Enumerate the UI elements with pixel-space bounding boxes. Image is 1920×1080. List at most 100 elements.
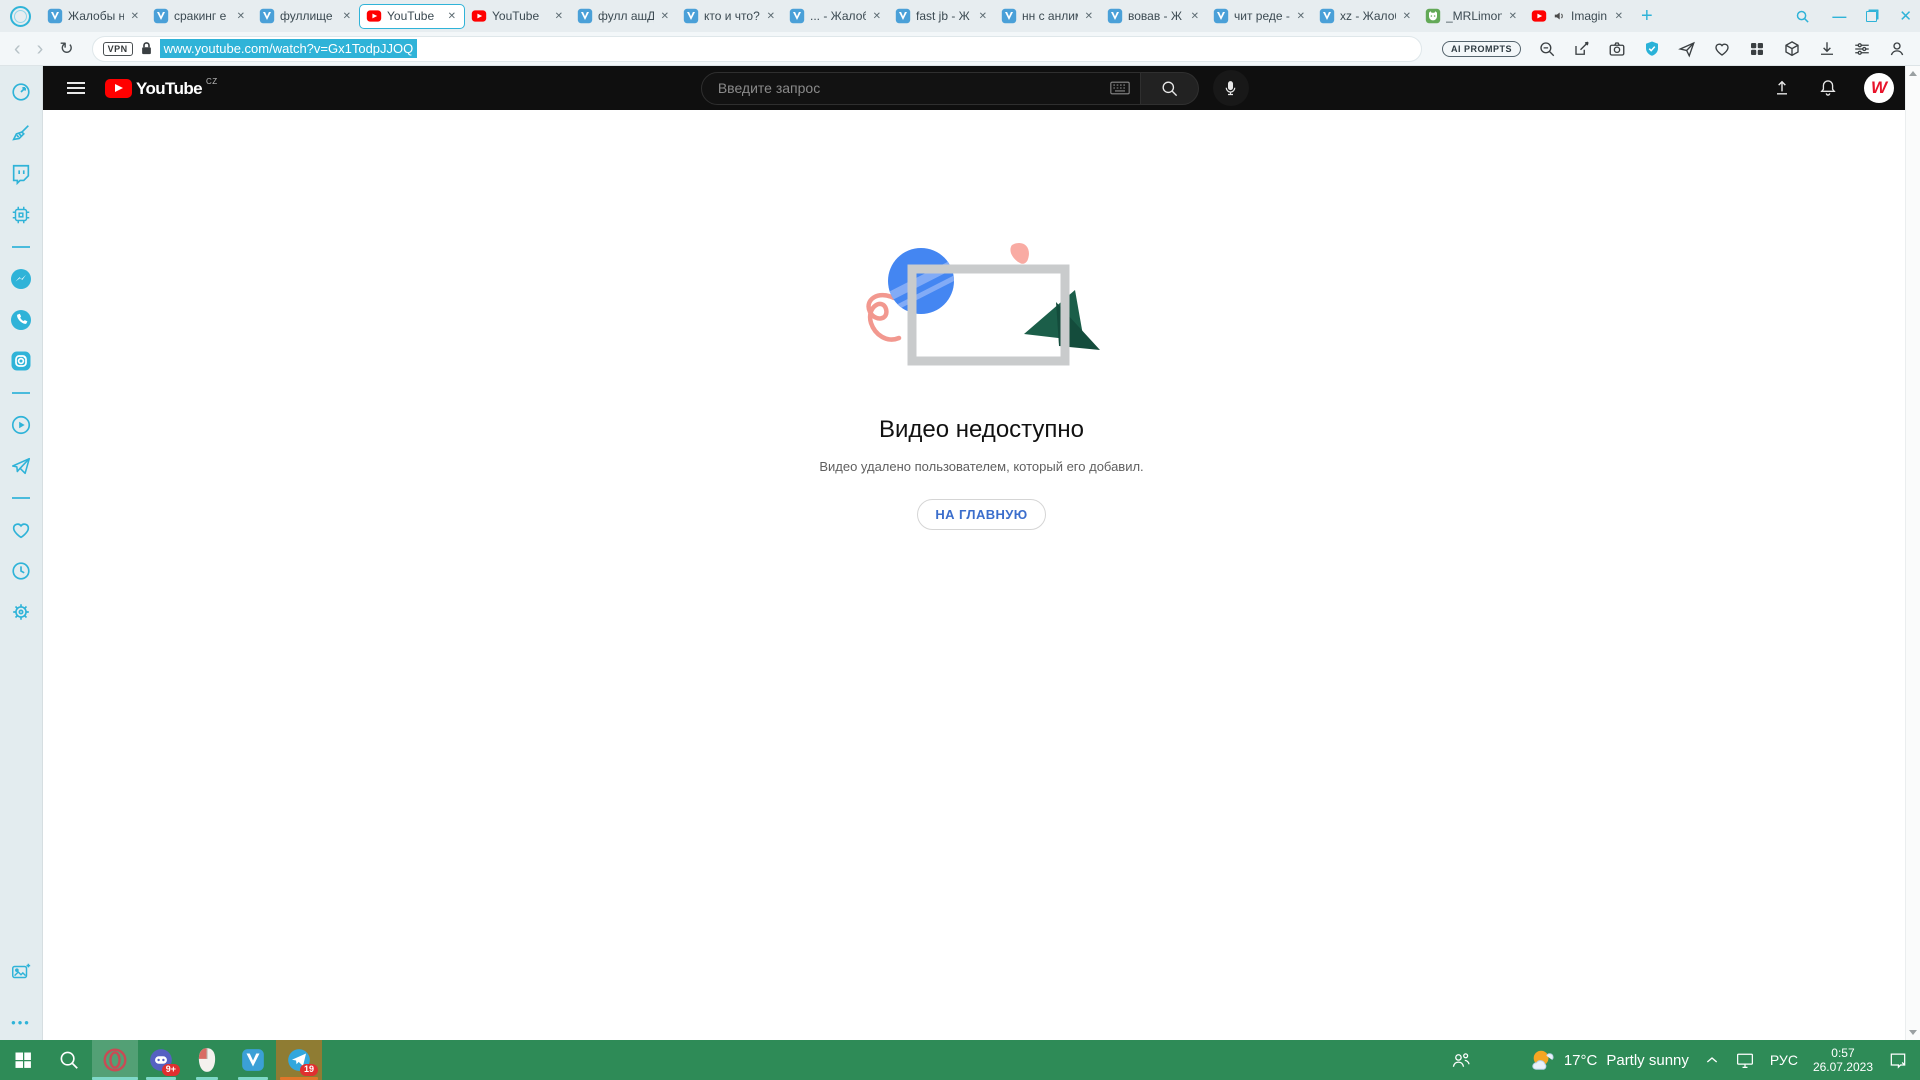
whatsapp-panel-icon[interactable] [9, 308, 33, 332]
telegram-panel-icon[interactable] [9, 454, 33, 478]
tab-close-icon[interactable]: ✕ [1401, 9, 1413, 24]
share-send-icon[interactable] [1678, 40, 1696, 58]
quick-search-icon[interactable] [1795, 9, 1810, 24]
scroll-up-icon[interactable] [1909, 71, 1917, 76]
network-display-icon[interactable] [1735, 1051, 1755, 1069]
minimize-button[interactable]: — [1832, 8, 1844, 24]
bookmark-heart-icon[interactable] [1713, 40, 1731, 58]
tab-close-icon[interactable]: ✕ [1507, 9, 1519, 24]
keyboard-icon[interactable] [1110, 81, 1130, 95]
settings-sliders-icon[interactable] [1853, 40, 1871, 58]
close-window-button[interactable]: ✕ [1899, 7, 1912, 25]
back-icon[interactable]: ‹ [14, 39, 21, 59]
tab-zhalob-4[interactable]: ... - Жалоб ✕ [783, 4, 889, 29]
tab-close-icon[interactable]: ✕ [659, 9, 671, 24]
taskbar-discord-app[interactable]: 9+ [138, 1040, 184, 1080]
scroll-down-icon[interactable] [1909, 1030, 1917, 1035]
messenger-panel-icon[interactable] [9, 267, 33, 291]
tab-close-icon[interactable]: ✕ [1189, 9, 1201, 24]
extensions-icon[interactable] [1748, 40, 1766, 58]
start-button[interactable] [0, 1040, 46, 1080]
notifications-center-icon[interactable] [1888, 1050, 1908, 1070]
search-input[interactable] [718, 80, 1110, 96]
edit-page-icon[interactable] [1573, 40, 1591, 58]
downloads-icon[interactable] [1818, 40, 1836, 58]
tray-chevron-up-icon[interactable] [1704, 1053, 1720, 1067]
people-icon[interactable] [1450, 1050, 1472, 1070]
tab-nn-s-anlim[interactable]: нн с анлим ✕ [995, 4, 1101, 29]
screenshot-camera-icon[interactable] [1608, 40, 1626, 58]
youtube-logo[interactable]: YouTube CZ [105, 77, 218, 99]
menu-burger-icon[interactable] [67, 82, 85, 94]
youtube-favicon [366, 8, 382, 24]
url-field[interactable]: VPN www.youtube.com/watch?v=Gx1TodpJJOQ [92, 36, 1422, 62]
taskbar-telegram-app[interactable]: 19 [276, 1040, 322, 1080]
weather-widget[interactable]: 17°C Partly sunny [1529, 1048, 1689, 1072]
panel-more-icon[interactable]: ••• [11, 1015, 31, 1030]
tab-sraking[interactable]: сракинг е ✕ [147, 4, 253, 29]
heart-panel-icon[interactable] [9, 518, 33, 542]
tab-chit-rede[interactable]: чит реде - ✕ [1207, 4, 1313, 29]
new-tab-button[interactable]: + [1641, 6, 1653, 26]
tab-mrlimon[interactable]: _MRLimon ✕ [1419, 4, 1525, 29]
chip-panel-icon[interactable] [9, 203, 33, 227]
tab-close-icon[interactable]: ✕ [129, 9, 141, 24]
tab-youtube-2[interactable]: YouTube ✕ [465, 4, 571, 29]
search-box[interactable] [701, 72, 1141, 105]
shield-adblock-icon[interactable] [1643, 40, 1661, 58]
speed-dial-icon[interactable] [9, 80, 33, 104]
upload-icon[interactable] [1772, 78, 1792, 98]
tab-fast-jb[interactable]: fast jb - Ж ✕ [889, 4, 995, 29]
go-home-button[interactable]: НА ГЛАВНУЮ [917, 499, 1045, 530]
vpn-badge[interactable]: VPN [103, 42, 133, 56]
settings-gear-icon[interactable] [9, 600, 33, 624]
ai-prompts-button[interactable]: AI PROMPTS [1442, 41, 1521, 57]
tab-vovav[interactable]: вовав - Ж ✕ [1101, 4, 1207, 29]
weather-temp: 17°C [1564, 1052, 1598, 1069]
tab-fullishe[interactable]: фуллище - ✕ [253, 4, 359, 29]
tab-full-ashd[interactable]: фулл ашД ✕ [571, 4, 677, 29]
taskbar-mouse-app[interactable] [184, 1040, 230, 1080]
profile-icon[interactable] [1888, 40, 1906, 58]
tab-close-icon[interactable]: ✕ [341, 9, 353, 24]
taskbar-vivaldi-app[interactable] [230, 1040, 276, 1080]
vivaldi-menu-icon[interactable] [10, 6, 31, 27]
tab-close-icon[interactable]: ✕ [446, 9, 458, 24]
notifications-bell-icon[interactable] [1818, 78, 1838, 98]
tab-youtube-active[interactable]: YouTube ✕ [359, 4, 465, 29]
forward-icon[interactable]: › [37, 39, 44, 59]
tab-close-icon[interactable]: ✕ [1083, 9, 1095, 24]
tab-close-icon[interactable]: ✕ [871, 9, 883, 24]
reload-icon[interactable]: ↻ [59, 40, 73, 57]
video-panel-icon[interactable] [9, 413, 33, 437]
tab-close-icon[interactable]: ✕ [1295, 9, 1307, 24]
cleaner-broom-icon[interactable] [9, 121, 33, 145]
avatar[interactable]: W [1864, 73, 1894, 103]
image-panel-icon[interactable] [9, 960, 33, 984]
tab-xz-zhalob[interactable]: xz - Жалоб ✕ [1313, 4, 1419, 29]
twitch-panel-icon[interactable] [9, 162, 33, 186]
tab-close-icon[interactable]: ✕ [765, 9, 777, 24]
panel-divider [12, 246, 30, 248]
url-text-selected[interactable]: www.youtube.com/watch?v=Gx1TodpJJOQ [160, 39, 418, 58]
maximize-button[interactable] [1866, 11, 1877, 22]
tab-close-icon[interactable]: ✕ [1613, 9, 1625, 24]
tab-close-icon[interactable]: ✕ [977, 9, 989, 24]
search-button[interactable] [1141, 72, 1199, 105]
tab-close-icon[interactable]: ✕ [235, 9, 247, 24]
tab-close-icon[interactable]: ✕ [553, 9, 565, 24]
tab-imagine-audio[interactable]: Imagin ✕ [1525, 4, 1631, 29]
clock[interactable]: 0:57 26.07.2023 [1813, 1046, 1873, 1074]
instagram-panel-icon[interactable] [9, 349, 33, 373]
history-clock-icon[interactable] [9, 559, 33, 583]
taskbar-opera-app[interactable] [92, 1040, 138, 1080]
taskbar-search-button[interactable] [46, 1040, 92, 1080]
tab-zhaloby[interactable]: Жалобы н ✕ [41, 4, 147, 29]
cube-3d-icon[interactable] [1783, 40, 1801, 58]
tab-kto-i-chto[interactable]: кто и что? ✕ [677, 4, 783, 29]
vivaldi-favicon [259, 8, 275, 24]
voice-search-button[interactable] [1213, 70, 1249, 106]
language-indicator[interactable]: РУС [1770, 1052, 1798, 1068]
zoom-out-icon[interactable] [1538, 40, 1556, 58]
page-scrollbar[interactable] [1905, 66, 1920, 1040]
